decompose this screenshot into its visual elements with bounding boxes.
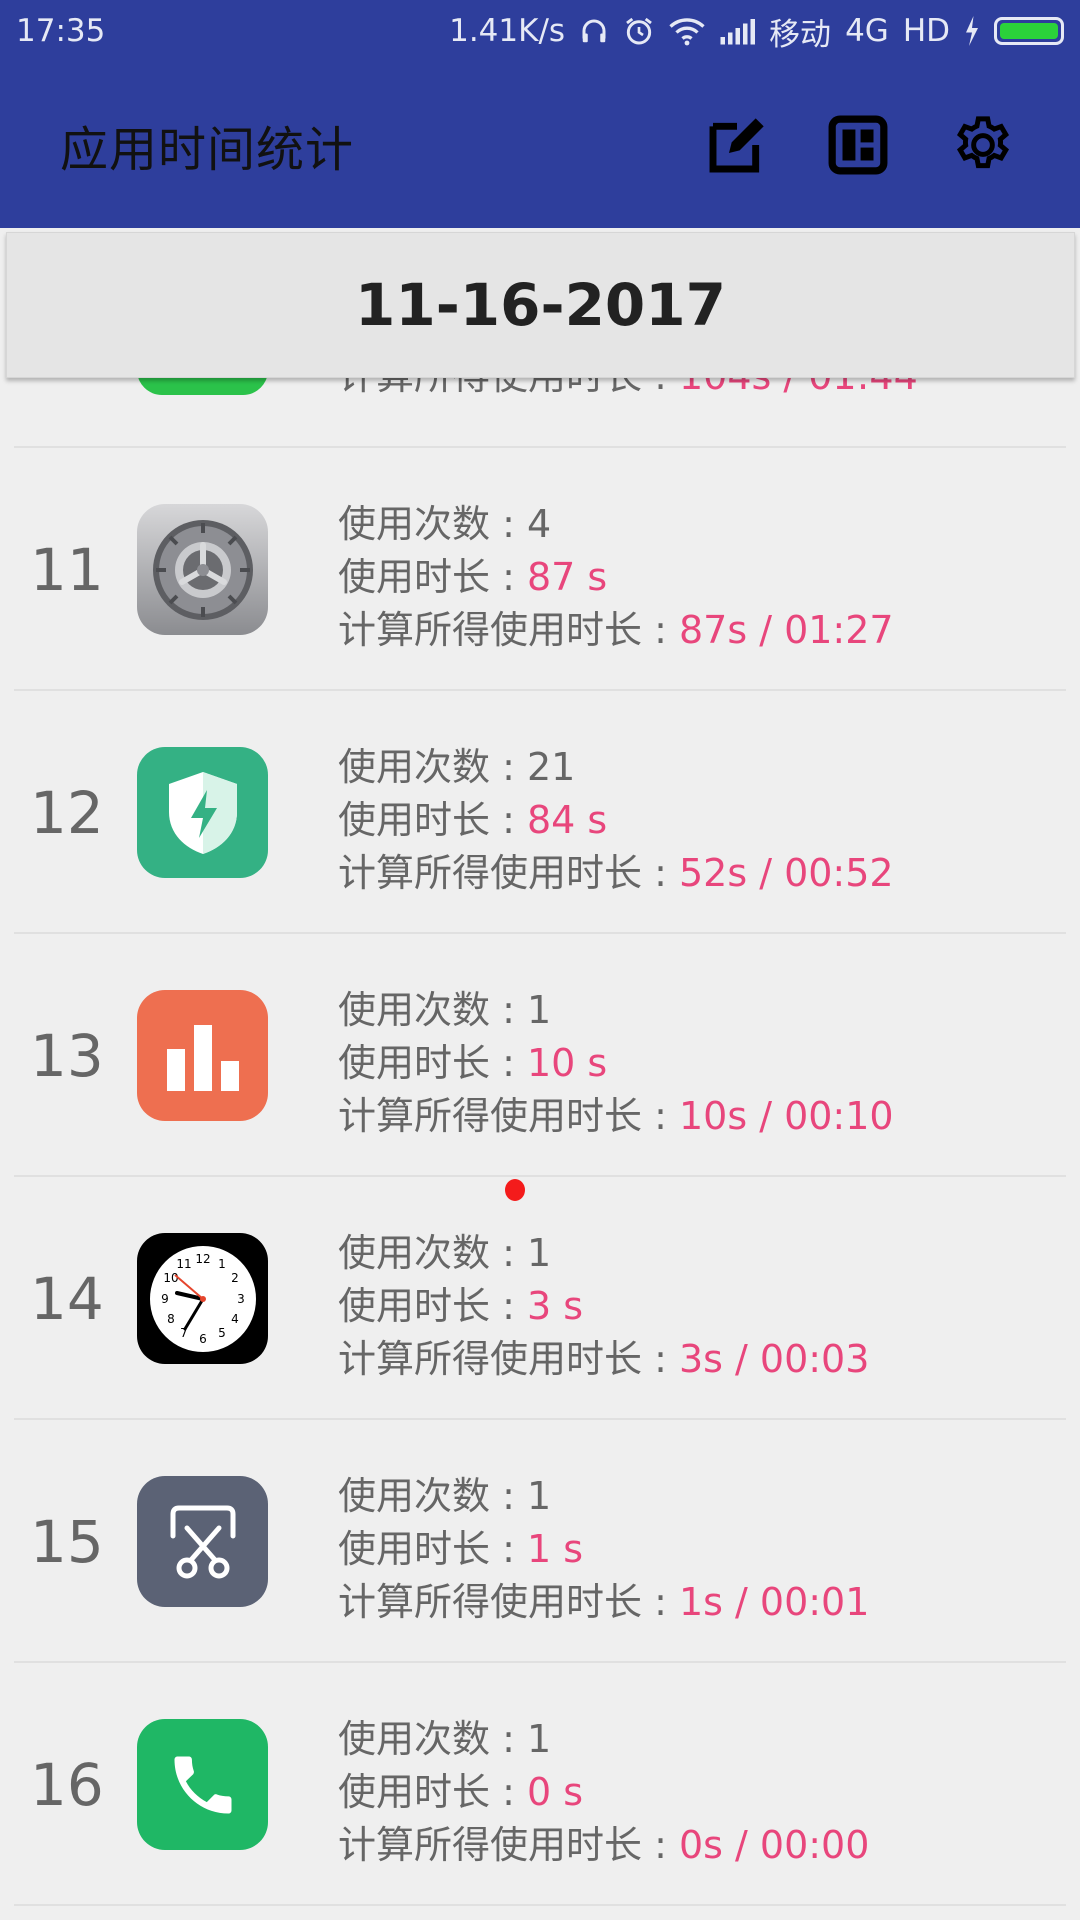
- usage-duration-value: 1 s: [526, 1527, 584, 1571]
- computed-duration-value: 10s / 00:10: [678, 1094, 894, 1138]
- clock-app-icon: 12 1 2 345 678 9 10 11: [137, 1233, 268, 1364]
- rank-number: 12: [30, 778, 104, 847]
- svg-text:2: 2: [231, 1271, 239, 1285]
- settings-app-icon: [137, 504, 268, 635]
- svg-text:9: 9: [161, 1292, 169, 1306]
- usage-info: 使用次数 : 1 使用时长 : 1 s 计算所得使用时长 : 1s / 00:0…: [338, 1470, 869, 1629]
- page-title: 应用时间统计: [60, 122, 355, 178]
- security-app-icon: [137, 747, 268, 878]
- usage-duration-label: 使用时长 :: [338, 555, 527, 599]
- status-bar: 17:35 1.41K/s 移动 4G HD: [0, 0, 1080, 62]
- signal-icon: [719, 17, 756, 45]
- usage-count-label: 使用次数 :: [338, 1717, 527, 1761]
- computed-duration-label: 计算所得使用时长 :: [338, 851, 679, 895]
- hd-label: HD: [902, 13, 950, 49]
- rank-number: 13: [30, 1021, 104, 1090]
- usage-duration-value: 10 s: [526, 1041, 608, 1085]
- list-item[interactable]: 16 使用次数 : 1 使用时长 : 0 s 计算所得使用时长 : 0s / 0…: [0, 1663, 1080, 1906]
- list-item[interactable]: 13 使用次数 : 1 使用时长 : 10 s 计算所得使用时长 : 10s /…: [0, 934, 1080, 1177]
- usage-count-value: 21: [526, 745, 576, 789]
- usage-duration-label: 使用时长 :: [338, 1284, 527, 1328]
- usage-duration-value: 0 s: [526, 1770, 584, 1814]
- list-item[interactable]: 11 使用次数: 4 使用时长: 87 s 计算所得使用时长: 87s /…: [0, 448, 1080, 691]
- usage-count-label: 使用次数 :: [338, 502, 527, 546]
- edit-button[interactable]: [702, 110, 772, 180]
- charging-icon: [964, 16, 980, 46]
- network-speed: 1.41K/s: [449, 13, 566, 49]
- usage-duration-value: 3 s: [526, 1284, 584, 1328]
- date-header[interactable]: 11-16-2017: [6, 232, 1075, 378]
- settings-button[interactable]: [948, 110, 1018, 180]
- carrier-name: 移动: [769, 16, 832, 53]
- usage-count-value: 1: [526, 1231, 552, 1275]
- phone-app-icon: [137, 1719, 268, 1850]
- computed-duration-label: 计算所得使用时长 :: [338, 1094, 679, 1138]
- computed-duration-label: 计算所得使用时长 :: [338, 1337, 679, 1381]
- battery-icon: [994, 17, 1064, 45]
- usage-count-value: 1: [526, 1474, 552, 1518]
- usage-count-value: 1: [526, 1717, 552, 1761]
- usage-count-label: 使用次数 :: [338, 988, 527, 1032]
- rank-number: 15: [30, 1507, 104, 1576]
- network-type: 4G: [845, 13, 889, 49]
- usage-count-label: 使用次数 :: [338, 1231, 527, 1275]
- usage-duration-value: 84 s: [526, 798, 608, 842]
- svg-text:12: 12: [195, 1252, 210, 1266]
- list-item[interactable]: 12 使用次数 : 21 使用时长 : 84 s 计算所得使用时长 : 52s …: [0, 691, 1080, 934]
- usage-info: 使用次数 : 21 使用时长 : 84 s 计算所得使用时长 : 52s / 0…: [338, 741, 894, 900]
- layout-icon: [828, 115, 888, 175]
- computed-duration-value: 87s / 01:27: [678, 608, 894, 652]
- status-time: 17:35: [16, 13, 106, 49]
- usage-info: 使用次数 : 4 使用时长 : 87 s 计算所得使用时长 : 87s / 01…: [338, 498, 894, 657]
- screenshot-app-icon: [137, 1476, 268, 1607]
- svg-text:8: 8: [167, 1312, 175, 1326]
- usage-duration-label: 使用时长 :: [338, 798, 527, 842]
- svg-text:1: 1: [218, 1257, 226, 1271]
- usage-duration-label: 使用时长 :: [338, 1770, 527, 1814]
- rank-number: 11: [30, 535, 104, 604]
- usage-count-label: 使用次数 :: [338, 1474, 527, 1518]
- settings-icon: [956, 116, 1010, 169]
- svg-text:6: 6: [199, 1332, 207, 1346]
- analytics-app-icon: [137, 990, 268, 1121]
- usage-duration-value: 87 s: [526, 555, 608, 599]
- touch-indicator: [505, 1179, 525, 1201]
- computed-duration-label: 计算所得使用时长 :: [338, 1580, 679, 1624]
- edit-icon: [709, 118, 764, 173]
- svg-text:5: 5: [218, 1326, 226, 1340]
- svg-text:3: 3: [237, 1292, 245, 1306]
- headphones-icon: [579, 16, 609, 46]
- usage-count-value: 1: [526, 988, 552, 1032]
- usage-count-value: 4: [526, 502, 552, 546]
- computed-duration-value: 1s / 00:01: [678, 1580, 870, 1624]
- rank-number: 14: [30, 1264, 104, 1333]
- app-bar: 应用时间统计: [0, 62, 1080, 228]
- usage-duration-label: 使用时长 :: [338, 1527, 527, 1571]
- usage-info: 使用次数 : 1 使用时长 : 10 s 计算所得使用时长 : 10s / 00…: [338, 984, 894, 1143]
- svg-text:11: 11: [176, 1257, 191, 1271]
- date-label: 11-16-2017: [355, 271, 726, 339]
- layout-button[interactable]: [823, 110, 893, 180]
- list-item[interactable]: 15 使用次数 : 1 使用时长 : 1 s 计算所得使用时长 : 1s / 0…: [0, 1420, 1080, 1663]
- usage-duration-label: 使用时长 :: [338, 1041, 527, 1085]
- svg-text:4: 4: [231, 1312, 239, 1326]
- computed-duration-value: 52s / 00:52: [678, 851, 894, 895]
- computed-duration-value: 3s / 00:03: [678, 1337, 870, 1381]
- rank-number: 16: [30, 1750, 104, 1819]
- svg-text:10: 10: [163, 1271, 178, 1285]
- divider: [14, 1904, 1066, 1906]
- wifi-icon: [669, 16, 705, 46]
- computed-duration-value: 0s / 00:00: [678, 1823, 870, 1867]
- alarm-icon: [623, 15, 655, 47]
- usage-info: 使用次数 : 1 使用时长 : 3 s 计算所得使用时长 : 3s / 00:0…: [338, 1227, 869, 1386]
- usage-info: 使用次数 : 1 使用时长 : 0 s 计算所得使用时长 : 0s / 00:0…: [338, 1713, 869, 1872]
- list-item[interactable]: 14 12 1 2 345 678 9 10 11 使用次数 : 1 使用时长 : 3 …: [0, 1177, 1080, 1420]
- computed-duration-label: 计算所得使用时长 :: [338, 1823, 679, 1867]
- computed-duration-label: 计算所得使用时长 :: [338, 608, 679, 652]
- usage-count-label: 使用次数 :: [338, 745, 527, 789]
